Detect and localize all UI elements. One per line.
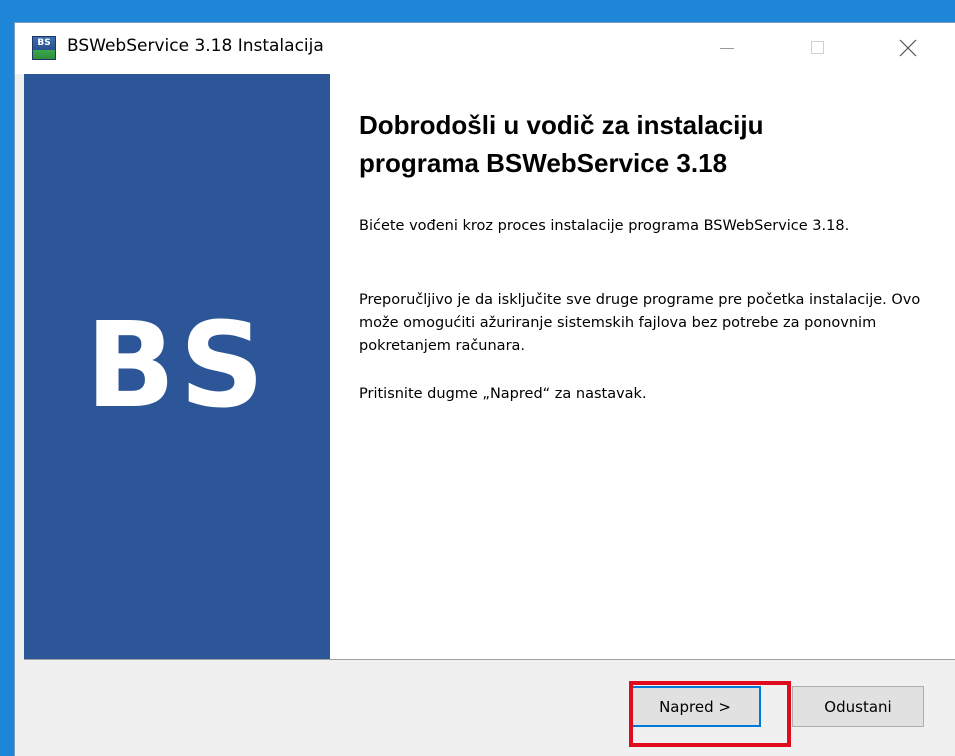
footer-divider — [24, 659, 955, 660]
close-icon — [899, 39, 917, 57]
app-icon-text: BS — [37, 38, 51, 48]
close-button[interactable] — [885, 23, 931, 74]
continue-hint: Pritisnite dugme „Napred“ za nastavak. — [359, 386, 647, 402]
minimize-icon — [720, 48, 734, 49]
minimize-button[interactable] — [703, 23, 749, 74]
maximize-icon — [811, 41, 824, 54]
window-title: BSWebService 3.18 Instalacija — [67, 36, 324, 56]
highlight-box — [629, 681, 791, 747]
cancel-button[interactable]: Odustani — [792, 686, 924, 727]
installer-window: BS BSWebService 3.18 Instalacija BS Dobr… — [14, 22, 955, 756]
app-icon: BS — [32, 36, 56, 60]
welcome-page: Dobrodošli u vodič za instalaciju progra… — [330, 74, 955, 659]
page-title: Dobrodošli u vodič za instalaciju progra… — [359, 110, 764, 178]
advice-text: Preporučljivo je da isključite sve druge… — [359, 292, 921, 354]
brand-logo: BS — [85, 296, 269, 434]
side-banner: BS — [24, 74, 330, 659]
intro-text: Bićete vođeni kroz proces instalacije pr… — [359, 218, 850, 234]
maximize-button[interactable] — [794, 23, 840, 74]
title-bar[interactable]: BS BSWebService 3.18 Instalacija — [15, 23, 955, 74]
